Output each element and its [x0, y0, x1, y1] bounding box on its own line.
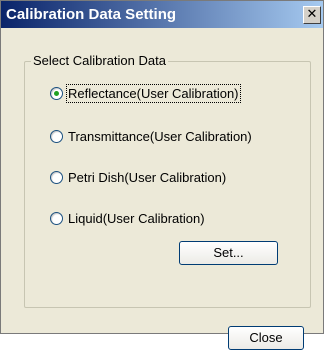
radio-option-reflectance[interactable]: Reflectance(User Calibration) — [50, 83, 241, 103]
set-button[interactable]: Set... — [179, 241, 278, 265]
radio-button-liquid[interactable] — [50, 211, 63, 225]
close-window-button[interactable]: ✕ — [303, 6, 321, 24]
radio-button-transmittance[interactable] — [50, 129, 63, 143]
radio-label-liquid[interactable]: Liquid(User Calibration) — [67, 210, 206, 227]
close-icon: ✕ — [306, 7, 318, 22]
group-legend: Select Calibration Data — [31, 53, 168, 68]
radio-option-transmittance[interactable]: Transmittance(User Calibration) — [50, 127, 253, 145]
radio-label-reflectance[interactable]: Reflectance(User Calibration) — [66, 83, 241, 103]
radio-label-transmittance[interactable]: Transmittance(User Calibration) — [67, 128, 253, 145]
dialog-body: Select Calibration Data Reflectance(User… — [1, 28, 323, 350]
radio-label-petri-dish[interactable]: Petri Dish(User Calibration) — [67, 169, 227, 186]
calibration-dialog: Calibration Data Setting ✕ Select Calibr… — [0, 0, 324, 350]
radio-button-reflectance[interactable] — [50, 86, 63, 100]
close-button[interactable]: Close — [228, 326, 304, 350]
radio-option-liquid[interactable]: Liquid(User Calibration) — [50, 209, 206, 227]
radio-button-petri-dish[interactable] — [50, 170, 63, 184]
title-bar[interactable]: Calibration Data Setting ✕ — [1, 1, 323, 28]
calibration-data-group: Select Calibration Data Reflectance(User… — [24, 53, 311, 308]
radio-option-petri-dish[interactable]: Petri Dish(User Calibration) — [50, 168, 227, 186]
window-title: Calibration Data Setting — [6, 6, 177, 23]
